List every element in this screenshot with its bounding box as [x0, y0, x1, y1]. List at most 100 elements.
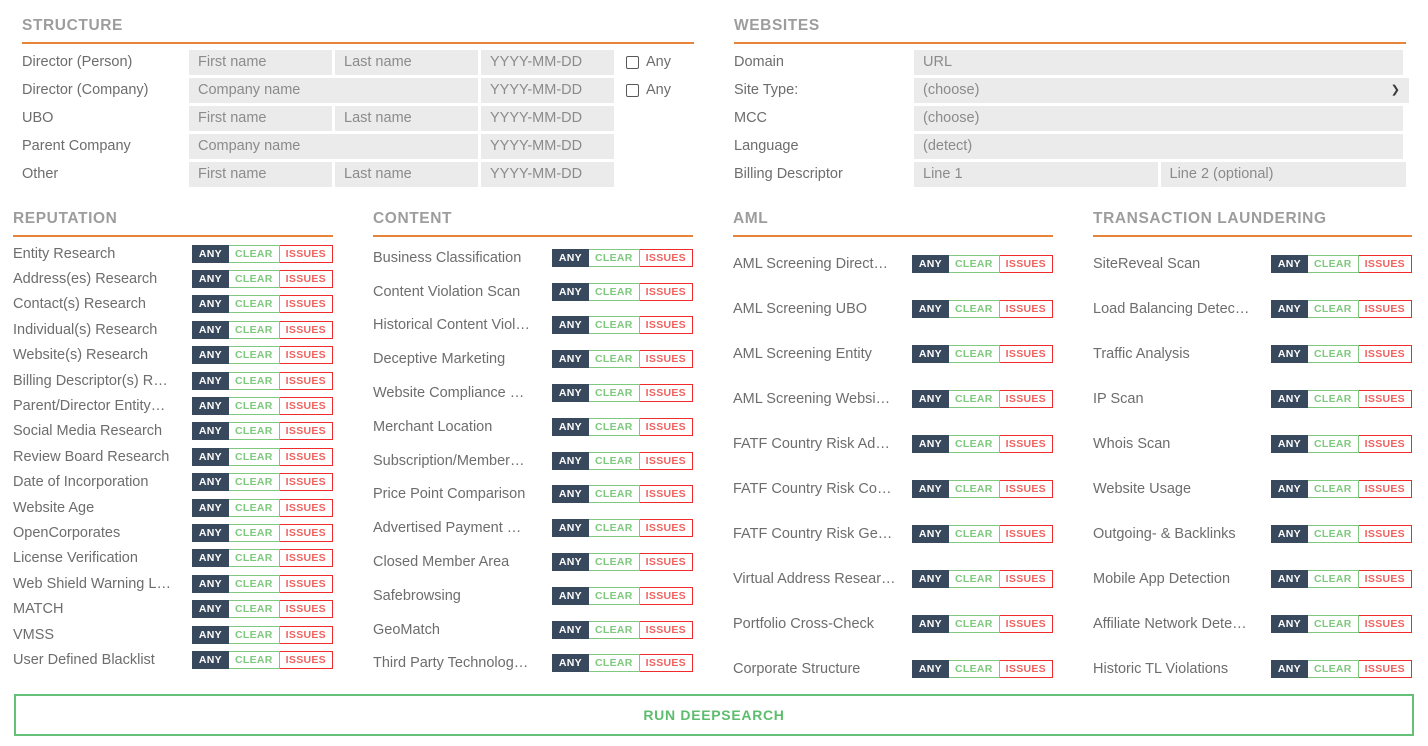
status-toggle-group[interactable]: ANYCLEARISSUES	[912, 525, 1053, 543]
toggle-any-button[interactable]: ANY	[552, 350, 589, 368]
toggle-issues-button[interactable]: ISSUES	[640, 249, 693, 267]
mcc-input[interactable]	[914, 106, 1403, 131]
status-toggle-group[interactable]: ANYCLEARISSUES	[1271, 300, 1412, 318]
status-toggle-group[interactable]: ANYCLEARISSUES	[192, 626, 333, 644]
status-toggle-group[interactable]: ANYCLEARISSUES	[912, 615, 1053, 633]
toggle-any-button[interactable]: ANY	[1271, 345, 1308, 363]
ubo-first-name-input[interactable]	[189, 106, 332, 131]
toggle-clear-button[interactable]: CLEAR	[589, 316, 640, 334]
status-toggle-group[interactable]: ANYCLEARISSUES	[552, 316, 693, 334]
toggle-clear-button[interactable]: CLEAR	[1308, 435, 1359, 453]
status-toggle-group[interactable]: ANYCLEARISSUES	[192, 245, 333, 263]
toggle-clear-button[interactable]: CLEAR	[229, 295, 280, 313]
status-toggle-group[interactable]: ANYCLEARISSUES	[1271, 615, 1412, 633]
toggle-issues-button[interactable]: ISSUES	[1359, 480, 1412, 498]
status-toggle-group[interactable]: ANYCLEARISSUES	[1271, 525, 1412, 543]
toggle-clear-button[interactable]: CLEAR	[949, 660, 1000, 678]
toggle-clear-button[interactable]: CLEAR	[1308, 525, 1359, 543]
toggle-issues-button[interactable]: ISSUES	[280, 245, 333, 263]
toggle-any-button[interactable]: ANY	[1271, 615, 1308, 633]
toggle-any-button[interactable]: ANY	[192, 448, 229, 466]
toggle-any-button[interactable]: ANY	[192, 245, 229, 263]
toggle-clear-button[interactable]: CLEAR	[589, 283, 640, 301]
status-toggle-group[interactable]: ANYCLEARISSUES	[912, 435, 1053, 453]
toggle-clear-button[interactable]: CLEAR	[949, 480, 1000, 498]
toggle-any-button[interactable]: ANY	[552, 316, 589, 334]
toggle-any-button[interactable]: ANY	[1271, 570, 1308, 588]
status-toggle-group[interactable]: ANYCLEARISSUES	[1271, 345, 1412, 363]
toggle-any-button[interactable]: ANY	[912, 255, 949, 273]
toggle-issues-button[interactable]: ISSUES	[640, 519, 693, 537]
toggle-any-button[interactable]: ANY	[192, 600, 229, 618]
ubo-date-input[interactable]	[481, 106, 614, 131]
toggle-issues-button[interactable]: ISSUES	[1000, 660, 1053, 678]
toggle-any-button[interactable]: ANY	[552, 485, 589, 503]
status-toggle-group[interactable]: ANYCLEARISSUES	[912, 345, 1053, 363]
toggle-clear-button[interactable]: CLEAR	[229, 524, 280, 542]
status-toggle-group[interactable]: ANYCLEARISSUES	[192, 473, 333, 491]
toggle-any-button[interactable]: ANY	[552, 587, 589, 605]
toggle-issues-button[interactable]: ISSUES	[280, 499, 333, 517]
status-toggle-group[interactable]: ANYCLEARISSUES	[552, 350, 693, 368]
toggle-issues-button[interactable]: ISSUES	[280, 448, 333, 466]
toggle-issues-button[interactable]: ISSUES	[640, 350, 693, 368]
toggle-any-button[interactable]: ANY	[552, 621, 589, 639]
toggle-clear-button[interactable]: CLEAR	[1308, 255, 1359, 273]
status-toggle-group[interactable]: ANYCLEARISSUES	[192, 372, 333, 390]
toggle-any-button[interactable]: ANY	[912, 660, 949, 678]
toggle-any-button[interactable]: ANY	[912, 615, 949, 633]
toggle-issues-button[interactable]: ISSUES	[1000, 435, 1053, 453]
toggle-any-button[interactable]: ANY	[192, 270, 229, 288]
billing-descriptor-line2-input[interactable]	[1161, 162, 1407, 187]
status-toggle-group[interactable]: ANYCLEARISSUES	[552, 384, 693, 402]
toggle-clear-button[interactable]: CLEAR	[949, 255, 1000, 273]
status-toggle-group[interactable]: ANYCLEARISSUES	[552, 587, 693, 605]
toggle-any-button[interactable]: ANY	[192, 626, 229, 644]
director-person-any-checkbox[interactable]	[626, 56, 639, 69]
other-date-input[interactable]	[481, 162, 614, 187]
status-toggle-group[interactable]: ANYCLEARISSUES	[1271, 435, 1412, 453]
status-toggle-group[interactable]: ANYCLEARISSUES	[552, 553, 693, 571]
toggle-clear-button[interactable]: CLEAR	[229, 422, 280, 440]
status-toggle-group[interactable]: ANYCLEARISSUES	[192, 549, 333, 567]
status-toggle-group[interactable]: ANYCLEARISSUES	[192, 270, 333, 288]
toggle-issues-button[interactable]: ISSUES	[640, 485, 693, 503]
toggle-issues-button[interactable]: ISSUES	[280, 651, 333, 669]
toggle-clear-button[interactable]: CLEAR	[949, 345, 1000, 363]
toggle-clear-button[interactable]: CLEAR	[229, 448, 280, 466]
toggle-issues-button[interactable]: ISSUES	[280, 346, 333, 364]
toggle-clear-button[interactable]: CLEAR	[229, 397, 280, 415]
toggle-clear-button[interactable]: CLEAR	[589, 350, 640, 368]
toggle-any-button[interactable]: ANY	[912, 390, 949, 408]
toggle-clear-button[interactable]: CLEAR	[1308, 480, 1359, 498]
toggle-issues-button[interactable]: ISSUES	[1359, 300, 1412, 318]
toggle-clear-button[interactable]: CLEAR	[949, 300, 1000, 318]
status-toggle-group[interactable]: ANYCLEARISSUES	[912, 480, 1053, 498]
toggle-clear-button[interactable]: CLEAR	[1308, 390, 1359, 408]
director-company-date-input[interactable]	[481, 78, 614, 103]
toggle-issues-button[interactable]: ISSUES	[280, 575, 333, 593]
toggle-issues-button[interactable]: ISSUES	[1359, 570, 1412, 588]
toggle-any-button[interactable]: ANY	[192, 524, 229, 542]
toggle-issues-button[interactable]: ISSUES	[280, 422, 333, 440]
toggle-clear-button[interactable]: CLEAR	[589, 418, 640, 436]
toggle-issues-button[interactable]: ISSUES	[1000, 480, 1053, 498]
toggle-issues-button[interactable]: ISSUES	[280, 372, 333, 390]
toggle-issues-button[interactable]: ISSUES	[640, 654, 693, 672]
toggle-any-button[interactable]: ANY	[1271, 480, 1308, 498]
toggle-clear-button[interactable]: CLEAR	[949, 435, 1000, 453]
toggle-clear-button[interactable]: CLEAR	[589, 519, 640, 537]
toggle-issues-button[interactable]: ISSUES	[280, 549, 333, 567]
status-toggle-group[interactable]: ANYCLEARISSUES	[552, 485, 693, 503]
status-toggle-group[interactable]: ANYCLEARISSUES	[912, 570, 1053, 588]
toggle-any-button[interactable]: ANY	[192, 473, 229, 491]
status-toggle-group[interactable]: ANYCLEARISSUES	[912, 660, 1053, 678]
status-toggle-group[interactable]: ANYCLEARISSUES	[1271, 570, 1412, 588]
toggle-clear-button[interactable]: CLEAR	[229, 600, 280, 618]
toggle-any-button[interactable]: ANY	[192, 549, 229, 567]
toggle-issues-button[interactable]: ISSUES	[280, 473, 333, 491]
toggle-issues-button[interactable]: ISSUES	[1000, 570, 1053, 588]
status-toggle-group[interactable]: ANYCLEARISSUES	[192, 651, 333, 669]
toggle-issues-button[interactable]: ISSUES	[1359, 435, 1412, 453]
status-toggle-group[interactable]: ANYCLEARISSUES	[552, 452, 693, 470]
